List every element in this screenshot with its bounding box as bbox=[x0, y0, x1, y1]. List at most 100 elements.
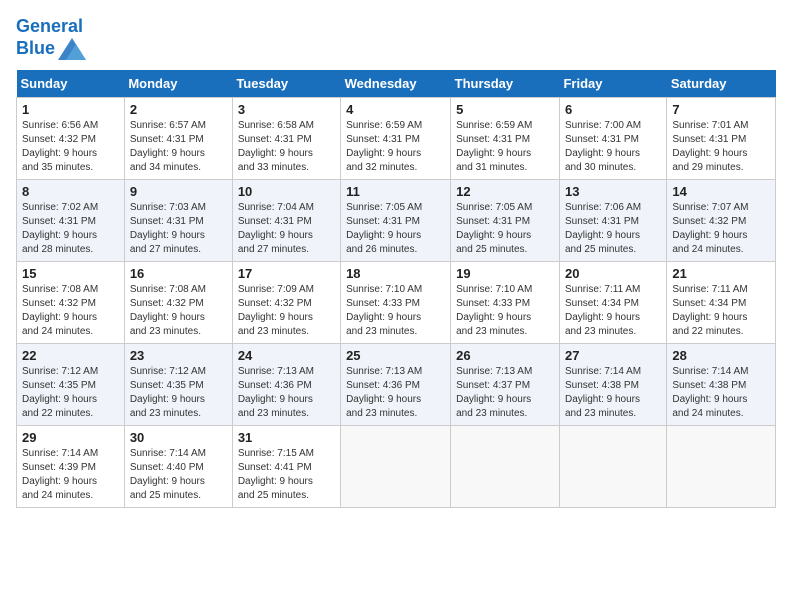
calendar-cell: 23 Sunrise: 7:12 AM Sunset: 4:35 PM Dayli… bbox=[124, 343, 232, 425]
day-info: Sunrise: 7:06 AM Sunset: 4:31 PM Dayligh… bbox=[565, 201, 661, 257]
day-info: Sunrise: 7:14 AM Sunset: 4:40 PM Dayligh… bbox=[130, 447, 227, 503]
day-number: 25 bbox=[346, 348, 445, 363]
calendar-cell: 30 Sunrise: 7:14 AM Sunset: 4:40 PM Dayli… bbox=[124, 425, 232, 507]
calendar-cell bbox=[451, 425, 560, 507]
day-number: 9 bbox=[130, 184, 227, 199]
day-info: Sunrise: 7:14 AM Sunset: 4:38 PM Dayligh… bbox=[672, 365, 770, 421]
day-info: Sunrise: 7:10 AM Sunset: 4:33 PM Dayligh… bbox=[346, 283, 445, 339]
calendar-table: SundayMondayTuesdayWednesdayThursdayFrid… bbox=[16, 70, 776, 508]
page-header: General Blue bbox=[16, 16, 776, 60]
day-info: Sunrise: 7:12 AM Sunset: 4:35 PM Dayligh… bbox=[130, 365, 227, 421]
calendar-cell: 19 Sunrise: 7:10 AM Sunset: 4:33 PM Dayli… bbox=[451, 261, 560, 343]
day-number: 4 bbox=[346, 102, 445, 117]
calendar-cell: 25 Sunrise: 7:13 AM Sunset: 4:36 PM Dayli… bbox=[341, 343, 451, 425]
day-info: Sunrise: 6:59 AM Sunset: 4:31 PM Dayligh… bbox=[346, 119, 445, 175]
day-info: Sunrise: 7:05 AM Sunset: 4:31 PM Dayligh… bbox=[346, 201, 445, 257]
day-info: Sunrise: 7:07 AM Sunset: 4:32 PM Dayligh… bbox=[672, 201, 770, 257]
day-number: 11 bbox=[346, 184, 445, 199]
calendar-cell: 14 Sunrise: 7:07 AM Sunset: 4:32 PM Dayli… bbox=[667, 179, 776, 261]
day-info: Sunrise: 7:04 AM Sunset: 4:31 PM Dayligh… bbox=[238, 201, 335, 257]
day-number: 1 bbox=[22, 102, 119, 117]
day-number: 30 bbox=[130, 430, 227, 445]
calendar-cell: 6Sunrise: 7:00 AM Sunset: 4:31 PM Daylig… bbox=[559, 97, 666, 179]
calendar-cell: 3 Sunrise: 6:58 AM Sunset: 4:31 PM Daylig… bbox=[232, 97, 340, 179]
day-info: Sunrise: 7:09 AM Sunset: 4:32 PM Dayligh… bbox=[238, 283, 335, 339]
weekday-header: Sunday bbox=[17, 70, 125, 98]
calendar-cell: 2 Sunrise: 6:57 AM Sunset: 4:31 PM Daylig… bbox=[124, 97, 232, 179]
calendar-cell bbox=[667, 425, 776, 507]
day-info: Sunrise: 6:56 AM Sunset: 4:32 PM Dayligh… bbox=[22, 119, 119, 175]
calendar-cell: 5 Sunrise: 6:59 AM Sunset: 4:31 PM Daylig… bbox=[451, 97, 560, 179]
day-info: Sunrise: 6:57 AM Sunset: 4:31 PM Dayligh… bbox=[130, 119, 227, 175]
day-info: Sunrise: 7:15 AM Sunset: 4:41 PM Dayligh… bbox=[238, 447, 335, 503]
day-number: 12 bbox=[456, 184, 554, 199]
day-info: Sunrise: 7:14 AM Sunset: 4:39 PM Dayligh… bbox=[22, 447, 119, 503]
day-number: 8 bbox=[22, 184, 119, 199]
calendar-cell: 29 Sunrise: 7:14 AM Sunset: 4:39 PM Dayli… bbox=[17, 425, 125, 507]
calendar-cell: 18 Sunrise: 7:10 AM Sunset: 4:33 PM Dayli… bbox=[341, 261, 451, 343]
calendar-cell: 28 Sunrise: 7:14 AM Sunset: 4:38 PM Dayli… bbox=[667, 343, 776, 425]
calendar-cell: 20 Sunrise: 7:11 AM Sunset: 4:34 PM Dayli… bbox=[559, 261, 666, 343]
day-number: 21 bbox=[672, 266, 770, 281]
day-info: Sunrise: 6:58 AM Sunset: 4:31 PM Dayligh… bbox=[238, 119, 335, 175]
day-number: 3 bbox=[238, 102, 335, 117]
calendar-cell: 1 Sunrise: 6:56 AM Sunset: 4:32 PM Daylig… bbox=[17, 97, 125, 179]
day-number: 24 bbox=[238, 348, 335, 363]
calendar-cell: 11 Sunrise: 7:05 AM Sunset: 4:31 PM Dayli… bbox=[341, 179, 451, 261]
day-number: 15 bbox=[22, 266, 119, 281]
day-info: Sunrise: 6:59 AM Sunset: 4:31 PM Dayligh… bbox=[456, 119, 554, 175]
weekday-header: Saturday bbox=[667, 70, 776, 98]
day-info: Sunrise: 7:00 AM Sunset: 4:31 PM Dayligh… bbox=[565, 119, 661, 175]
calendar-cell: 7 Sunrise: 7:01 AM Sunset: 4:31 PM Daylig… bbox=[667, 97, 776, 179]
day-number: 2 bbox=[130, 102, 227, 117]
day-info: Sunrise: 7:03 AM Sunset: 4:31 PM Dayligh… bbox=[130, 201, 227, 257]
calendar-cell: 4 Sunrise: 6:59 AM Sunset: 4:31 PM Daylig… bbox=[341, 97, 451, 179]
day-number: 13 bbox=[565, 184, 661, 199]
day-number: 7 bbox=[672, 102, 770, 117]
calendar-cell: 8 Sunrise: 7:02 AM Sunset: 4:31 PM Daylig… bbox=[17, 179, 125, 261]
day-info: Sunrise: 7:11 AM Sunset: 4:34 PM Dayligh… bbox=[672, 283, 770, 339]
day-info: Sunrise: 7:05 AM Sunset: 4:31 PM Dayligh… bbox=[456, 201, 554, 257]
calendar-cell: 9 Sunrise: 7:03 AM Sunset: 4:31 PM Daylig… bbox=[124, 179, 232, 261]
day-number: 27 bbox=[565, 348, 661, 363]
day-info: Sunrise: 7:14 AM Sunset: 4:38 PM Dayligh… bbox=[565, 365, 661, 421]
weekday-header: Tuesday bbox=[232, 70, 340, 98]
day-number: 19 bbox=[456, 266, 554, 281]
day-number: 10 bbox=[238, 184, 335, 199]
calendar-cell: 10 Sunrise: 7:04 AM Sunset: 4:31 PM Dayli… bbox=[232, 179, 340, 261]
calendar-cell: 26Sunrise: 7:13 AM Sunset: 4:37 PM Dayli… bbox=[451, 343, 560, 425]
calendar-cell bbox=[341, 425, 451, 507]
logo: General Blue bbox=[16, 16, 86, 60]
day-number: 5 bbox=[456, 102, 554, 117]
day-number: 14 bbox=[672, 184, 770, 199]
day-info: Sunrise: 7:08 AM Sunset: 4:32 PM Dayligh… bbox=[22, 283, 119, 339]
day-number: 29 bbox=[22, 430, 119, 445]
calendar-cell: 15 Sunrise: 7:08 AM Sunset: 4:32 PM Dayli… bbox=[17, 261, 125, 343]
logo-text2: Blue bbox=[16, 38, 86, 60]
calendar-cell: 24 Sunrise: 7:13 AM Sunset: 4:36 PM Dayli… bbox=[232, 343, 340, 425]
logo-text: General bbox=[16, 16, 86, 38]
calendar-cell: 17 Sunrise: 7:09 AM Sunset: 4:32 PM Dayli… bbox=[232, 261, 340, 343]
day-number: 20 bbox=[565, 266, 661, 281]
calendar-cell: 16 Sunrise: 7:08 AM Sunset: 4:32 PM Dayli… bbox=[124, 261, 232, 343]
calendar-cell: 12 Sunrise: 7:05 AM Sunset: 4:31 PM Dayli… bbox=[451, 179, 560, 261]
day-info: Sunrise: 7:02 AM Sunset: 4:31 PM Dayligh… bbox=[22, 201, 119, 257]
day-number: 23 bbox=[130, 348, 227, 363]
calendar-cell: 31 Sunrise: 7:15 AM Sunset: 4:41 PM Dayli… bbox=[232, 425, 340, 507]
day-info: Sunrise: 7:13 AM Sunset: 4:36 PM Dayligh… bbox=[346, 365, 445, 421]
day-number: 28 bbox=[672, 348, 770, 363]
weekday-header: Wednesday bbox=[341, 70, 451, 98]
calendar-cell bbox=[559, 425, 666, 507]
day-number: 16 bbox=[130, 266, 227, 281]
day-info: Sunrise: 7:10 AM Sunset: 4:33 PM Dayligh… bbox=[456, 283, 554, 339]
day-number: 31 bbox=[238, 430, 335, 445]
day-info: Sunrise: 7:13 AM Sunset: 4:37 PM Dayligh… bbox=[456, 365, 554, 421]
day-info: Sunrise: 7:01 AM Sunset: 4:31 PM Dayligh… bbox=[672, 119, 770, 175]
weekday-header: Monday bbox=[124, 70, 232, 98]
day-number: 18 bbox=[346, 266, 445, 281]
day-info: Sunrise: 7:08 AM Sunset: 4:32 PM Dayligh… bbox=[130, 283, 227, 339]
day-info: Sunrise: 7:13 AM Sunset: 4:36 PM Dayligh… bbox=[238, 365, 335, 421]
day-info: Sunrise: 7:11 AM Sunset: 4:34 PM Dayligh… bbox=[565, 283, 661, 339]
day-number: 22 bbox=[22, 348, 119, 363]
day-number: 17 bbox=[238, 266, 335, 281]
